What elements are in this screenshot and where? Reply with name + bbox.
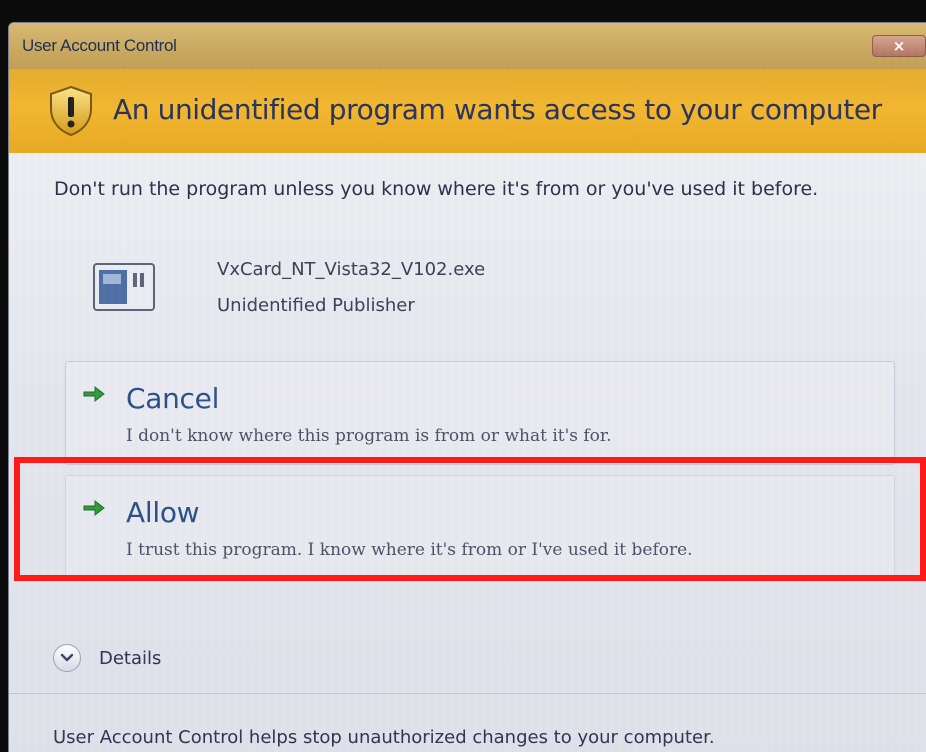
details-label: Details xyxy=(99,647,162,669)
cancel-description: I don't know where this program is from … xyxy=(126,426,612,446)
program-name: VxCard_NT_Vista32_V102.exe xyxy=(217,259,486,280)
warning-banner: An unidentified program wants access to … xyxy=(9,69,926,153)
arrow-right-icon xyxy=(83,499,105,517)
allow-description: I trust this program. I know where it's … xyxy=(126,540,693,560)
allow-option[interactable]: Allow I trust this program. I know where… xyxy=(65,475,895,579)
banner-heading: An unidentified program wants access to … xyxy=(113,93,882,126)
allow-title: Allow xyxy=(126,496,200,529)
close-button[interactable]: × xyxy=(872,35,926,57)
footer-divider xyxy=(9,693,926,694)
cancel-title: Cancel xyxy=(126,382,220,415)
chevron-down-icon xyxy=(53,644,81,672)
warning-text: Don't run the program unless you know wh… xyxy=(54,178,819,200)
uac-dialog: User Account Control × An unidentified p… xyxy=(8,22,926,752)
title-bar: User Account Control × xyxy=(9,23,926,69)
window-title: User Account Control xyxy=(22,36,177,55)
screen: User Account Control × An unidentified p… xyxy=(0,0,926,752)
cancel-option[interactable]: Cancel I don't know where this program i… xyxy=(65,361,895,465)
dialog-content: Don't run the program unless you know wh… xyxy=(9,153,926,752)
details-toggle[interactable]: Details xyxy=(53,643,161,673)
publisher-name: Unidentified Publisher xyxy=(217,295,415,316)
program-icon xyxy=(93,263,155,311)
footer-text: User Account Control helps stop unauthor… xyxy=(53,727,715,748)
shield-warning-icon xyxy=(50,85,92,137)
arrow-right-icon xyxy=(83,385,105,403)
